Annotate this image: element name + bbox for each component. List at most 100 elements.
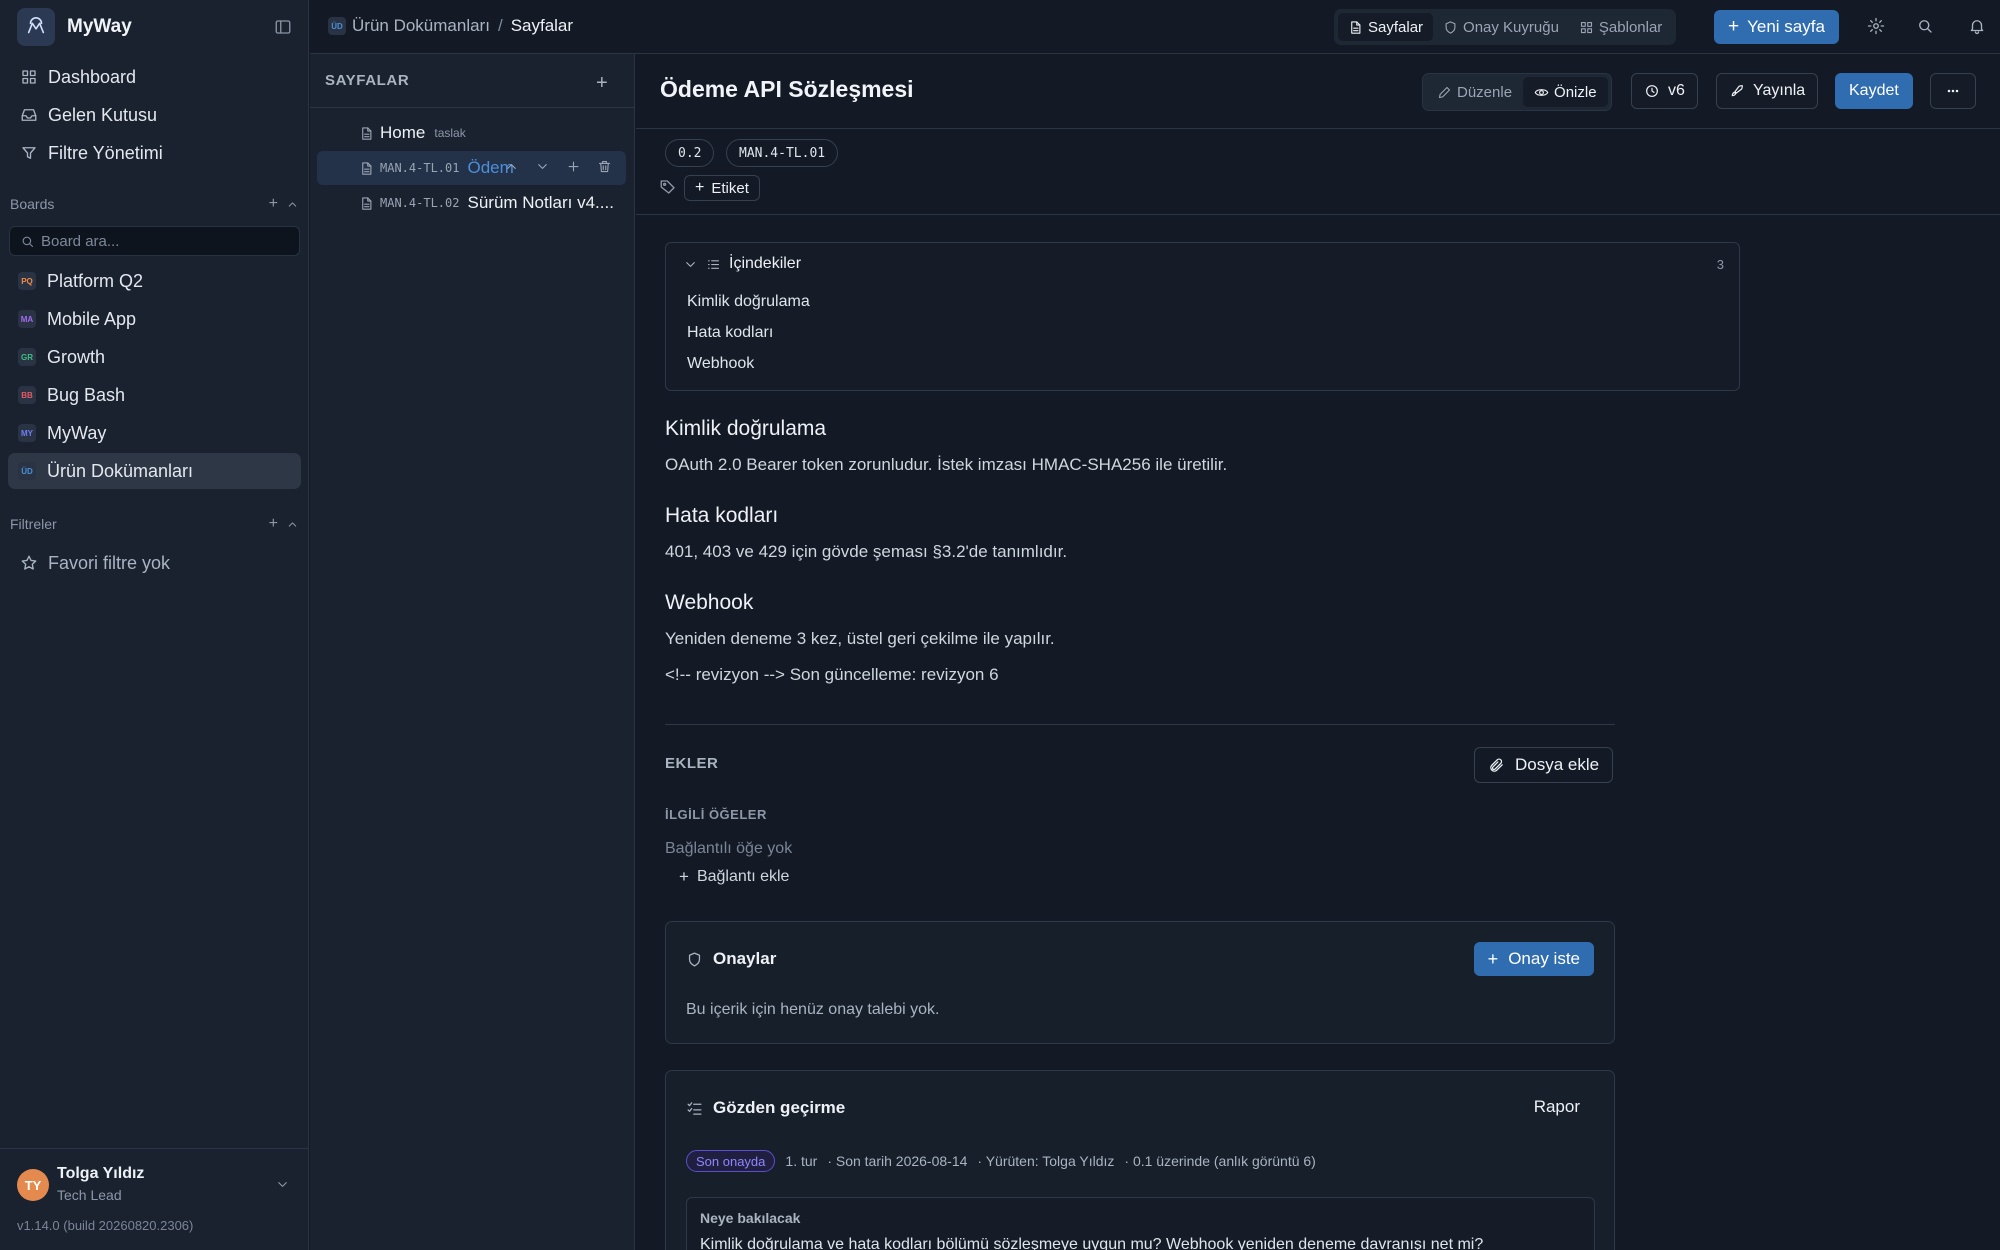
review-round: 1. tur <box>785 1153 818 1169</box>
user-menu[interactable]: TY Tolga Yıldız Tech Lead v1.14.0 (build… <box>0 1148 309 1250</box>
board-item-urun-dokumanlari[interactable]: ÜD Ürün Dokümanları <box>8 453 301 489</box>
section-text: Yeniden deneme 3 kez, üstel geri çekilme… <box>665 629 1055 648</box>
bell-icon[interactable] <box>1968 17 1986 35</box>
add-tag-button[interactable]: + Etiket <box>684 175 760 201</box>
no-filters-text: Favori filtre yok <box>48 552 171 573</box>
review-card: Gözden geçirme Rapor Son onayda 1. tur ·… <box>665 1070 1615 1250</box>
review-title: Gözden geçirme <box>686 1098 845 1118</box>
approvals-card: Onaylar + Onay iste Bu içerik için henüz… <box>665 921 1615 1044</box>
breadcrumb-separator: / <box>497 16 503 35</box>
shield-icon <box>1443 20 1463 35</box>
toc-header[interactable]: İçindekiler <box>683 255 801 273</box>
board-search-input[interactable]: Board ara... <box>9 226 300 256</box>
board-label: Ürün Dokümanları <box>47 460 194 481</box>
request-approval-label: Onay iste <box>1508 949 1580 968</box>
rocket-icon <box>1729 83 1753 99</box>
tab-label: Sayfalar <box>1368 18 1424 36</box>
attach-file-button[interactable]: Dosya ekle <box>1474 747 1614 783</box>
no-favorite-filters: Favori filtre yok <box>8 546 301 580</box>
search-icon[interactable] <box>1916 17 1934 35</box>
tab-templates[interactable]: Şablonlar <box>1569 13 1672 41</box>
approvals-title: Onaylar <box>686 949 776 969</box>
page-status-tag: taslak <box>434 126 466 140</box>
board-badge: MA <box>18 310 36 328</box>
edit-mode-button[interactable]: Düzenle <box>1426 77 1523 107</box>
divider <box>310 107 634 108</box>
file-icon <box>359 126 380 141</box>
toc-count: 3 <box>1716 257 1724 272</box>
preview-mode-button[interactable]: Önizle <box>1523 77 1608 107</box>
chevron-down-icon[interactable] <box>275 1177 290 1192</box>
plus-icon: + <box>1487 948 1499 969</box>
toc-item[interactable]: Kimlik doğrulama <box>687 293 810 311</box>
table-of-contents: İçindekiler 3 Kimlik doğrulama Hata kodl… <box>665 242 1740 391</box>
settings-gear-icon[interactable] <box>1867 17 1885 35</box>
document-content: İçindekiler 3 Kimlik doğrulama Hata kodl… <box>636 215 2000 1250</box>
add-filter-icon[interactable]: + <box>269 515 278 533</box>
page-item-home[interactable]: Home taslak <box>317 116 626 150</box>
sidebar-toggle-icon[interactable] <box>274 18 292 36</box>
pages-panel-title: SAYFALAR <box>325 72 410 89</box>
board-item-platform-q2[interactable]: PQ Platform Q2 <box>8 263 301 299</box>
new-page-button[interactable]: + Yeni sayfa <box>1714 10 1839 44</box>
attachments-label: EKLER <box>665 755 719 772</box>
chevron-up-icon[interactable] <box>286 518 299 531</box>
chevron-up-icon[interactable] <box>286 198 299 211</box>
board-badge: BB <box>18 386 36 404</box>
nav-dashboard[interactable]: Dashboard <box>8 60 301 94</box>
page-item-man4-tl01[interactable]: MAN.4-TL.01 Ödem <box>317 151 626 185</box>
divider <box>665 724 1615 725</box>
request-approval-button[interactable]: + Onay iste <box>1473 942 1594 976</box>
review-owner: · Yürüten: Tolga Yıldız <box>977 1153 1115 1169</box>
pencil-icon <box>1437 85 1457 100</box>
board-item-bug-bash[interactable]: BB Bug Bash <box>8 377 301 413</box>
section-heading: Kimlik doğrulama <box>665 417 827 440</box>
board-item-growth[interactable]: GR Growth <box>8 339 301 375</box>
nav-inbox[interactable]: Gelen Kutusu <box>8 98 301 132</box>
board-item-mobile-app[interactable]: MA Mobile App <box>8 301 301 337</box>
board-label: Growth <box>47 346 106 367</box>
plus-icon: + <box>679 867 689 886</box>
brand[interactable]: MyWay <box>17 8 132 46</box>
report-button[interactable]: Rapor <box>1534 1097 1580 1117</box>
trash-icon[interactable] <box>597 159 618 174</box>
publish-button[interactable]: Yayınla <box>1716 73 1819 109</box>
move-up-icon[interactable] <box>504 159 525 174</box>
version-label: v6 <box>1668 82 1685 99</box>
version-history-button[interactable]: v6 <box>1631 73 1698 109</box>
save-button[interactable]: Kaydet <box>1835 73 1913 109</box>
filter-icon <box>20 144 48 162</box>
file-icon <box>1348 20 1368 35</box>
add-link-button[interactable]: + Bağlantı ekle <box>679 867 789 887</box>
breadcrumb-parent[interactable]: Ürün Dokümanları <box>352 16 490 36</box>
review-focus-box: Neye bakılacak Kimlik doğrulama ve hata … <box>686 1197 1595 1250</box>
tab-pages[interactable]: Sayfalar <box>1338 13 1434 41</box>
filters-section-header: Filtreler + <box>10 515 299 533</box>
section-text: 401, 403 ve 429 için gövde şeması §3.2'd… <box>665 542 1068 561</box>
toc-item[interactable]: Hata kodları <box>687 324 773 342</box>
id-chip: MAN.4-TL.01 <box>726 139 839 167</box>
more-options-icon[interactable] <box>1930 73 1976 109</box>
app-version: v1.14.0 (build 20260820.2306) <box>17 1218 194 1233</box>
add-page-icon[interactable]: + <box>596 72 608 95</box>
add-link-label: Bağlantı ekle <box>696 868 790 885</box>
status-badge: Son onayda <box>686 1150 776 1172</box>
add-board-icon[interactable]: + <box>269 195 278 213</box>
tab-approval-queue[interactable]: Onay Kuyruğu <box>1433 13 1569 41</box>
brand-name: MyWay <box>67 16 132 37</box>
move-down-icon[interactable] <box>535 159 556 174</box>
nav-label: Filtre Yönetimi <box>48 142 163 163</box>
page-title: Sürüm Notları v4.... <box>467 193 614 212</box>
nav-filter-management[interactable]: Filtre Yönetimi <box>8 136 301 170</box>
toc-item[interactable]: Webhook <box>687 355 754 373</box>
related-items-label: İLGİLİ ÖĞELER <box>665 807 767 822</box>
approvals-empty-text: Bu içerik için henüz onay talebi yok. <box>686 1001 940 1018</box>
file-icon <box>359 161 380 176</box>
breadcrumb-badge: ÜD <box>328 17 346 35</box>
approvals-title-text: Onaylar <box>713 949 777 968</box>
pages-panel: SAYFALAR + Home taslak MAN.4-TL.01 Ödem … <box>310 54 635 1250</box>
no-related-text: Bağlantılı öğe yok <box>665 840 793 857</box>
add-subpage-icon[interactable] <box>566 159 587 174</box>
board-item-myway[interactable]: MY MyWay <box>8 415 301 451</box>
page-item-man4-tl02[interactable]: MAN.4-TL.02 Sürüm Notları v4.... <box>317 186 626 220</box>
